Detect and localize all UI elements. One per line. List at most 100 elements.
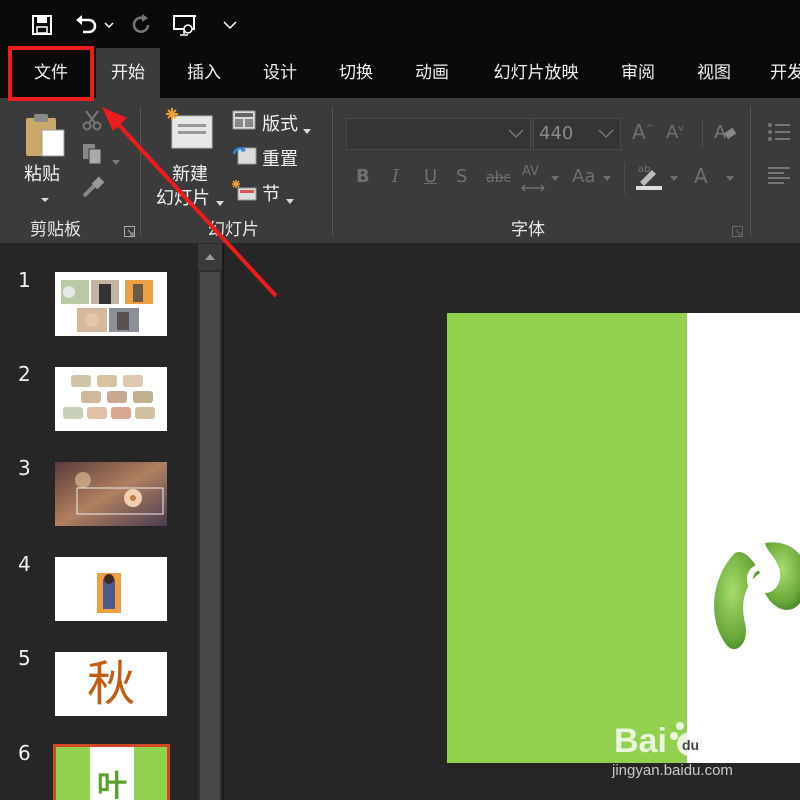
watermark: Bai du 经验 jingyan.baidu.com — [612, 712, 797, 792]
highlight-color-icon[interactable]: ab — [634, 160, 664, 196]
slide-thumbnail-3[interactable] — [55, 462, 167, 526]
cut-icon[interactable] — [80, 108, 104, 136]
font-size-value: 440 — [539, 123, 574, 144]
tab-design[interactable]: 设计 — [248, 48, 312, 98]
paste-label[interactable]: 粘贴 — [24, 160, 60, 186]
font-size-dropdown-icon[interactable] — [598, 129, 614, 139]
svg-text:A: A — [714, 122, 727, 143]
ribbon-separator — [140, 106, 141, 236]
copy-icon[interactable] — [80, 142, 106, 170]
underline-button[interactable]: U — [424, 166, 437, 187]
svg-text:经验: 经验 — [720, 726, 776, 759]
current-slide-canvas[interactable] — [447, 313, 800, 763]
new-slide-label-line1[interactable]: 新建 — [172, 160, 208, 186]
layout-label[interactable]: 版式 — [262, 110, 298, 136]
slide6-title: 叶 — [97, 769, 127, 800]
quick-access-toolbar — [0, 0, 800, 48]
change-case-button[interactable]: Aa — [572, 166, 595, 187]
customize-dropdown-icon[interactable] — [220, 10, 240, 40]
slide-green-panel — [447, 313, 687, 763]
slide-leaf-glyph — [714, 542, 800, 650]
ribbon-separator — [332, 106, 333, 236]
svg-text:du: du — [682, 737, 699, 753]
tab-developer[interactable]: 开发 — [758, 48, 800, 98]
slide-number: 1 — [18, 268, 31, 292]
paste-dropdown-icon[interactable] — [40, 188, 50, 207]
slide-number: 2 — [18, 362, 31, 386]
bold-button[interactable]: B — [356, 166, 370, 187]
character-spacing-button[interactable]: AV — [522, 164, 539, 179]
svg-text:ab: ab — [638, 164, 650, 175]
tab-animations[interactable]: 动画 — [400, 48, 464, 98]
format-painter-icon[interactable] — [80, 176, 106, 204]
font-size-combobox[interactable]: 440 — [533, 118, 621, 150]
ribbon-tabs: 文件 开始 插入 设计 切换 动画 幻灯片放映 审阅 视图 开发 — [0, 48, 800, 98]
slide-thumbnail-pane[interactable]: 1 2 3 4 5 秋 6 叶 — [0, 244, 198, 800]
baidu-jingyan-logo: Bai du 经验 — [614, 716, 776, 760]
svg-text:Bai: Bai — [614, 722, 667, 760]
slide-number: 4 — [18, 552, 31, 576]
character-spacing-icon — [521, 184, 545, 192]
clear-formatting-icon[interactable]: A — [712, 120, 738, 148]
clipboard-launcher-icon[interactable] — [124, 222, 135, 241]
new-slide-label-line2[interactable]: 幻灯片 — [156, 184, 210, 210]
strikethrough-button[interactable]: abc — [486, 170, 511, 186]
highlight-color-dropdown-icon[interactable] — [670, 176, 678, 181]
ribbon-home: 粘贴 剪贴板 新建 幻灯片 版式 重置 节 幻灯片 440 A^ Av A B … — [0, 98, 800, 244]
scroll-up-arrow-icon[interactable] — [198, 244, 222, 270]
tab-review[interactable]: 审阅 — [606, 48, 670, 98]
slide-thumbnail-6-selected[interactable]: 叶 — [53, 744, 170, 800]
tab-home[interactable]: 开始 — [96, 48, 160, 98]
section-icon[interactable] — [232, 178, 258, 206]
slide-number: 3 — [18, 456, 31, 480]
file-tab-highlight — [8, 46, 94, 101]
decrease-font-size-icon[interactable]: Av — [666, 122, 684, 143]
font-color-button[interactable]: A — [694, 164, 708, 188]
ribbon-separator — [624, 162, 625, 194]
reset-icon[interactable] — [232, 144, 258, 170]
tab-transitions[interactable]: 切换 — [324, 48, 388, 98]
slide5-title: 秋 — [86, 656, 135, 712]
ribbon-separator — [702, 120, 703, 148]
character-spacing-dropdown-icon[interactable] — [551, 176, 559, 181]
text-shadow-button[interactable]: S — [456, 166, 467, 187]
section-label[interactable]: 节 — [262, 180, 280, 206]
paste-icon[interactable] — [22, 112, 66, 158]
slide-thumbnail-2[interactable] — [55, 367, 167, 431]
slide-thumbnail-1[interactable] — [55, 272, 167, 336]
undo-icon[interactable] — [72, 10, 100, 40]
slide-number: 5 — [18, 646, 31, 670]
slide-number: 6 — [18, 741, 31, 765]
italic-button[interactable]: I — [392, 166, 399, 187]
layout-icon[interactable] — [232, 110, 256, 134]
copy-dropdown-icon[interactable] — [112, 150, 120, 169]
tab-slideshow[interactable]: 幻灯片放映 — [476, 48, 596, 98]
slide-thumbnail-4[interactable] — [55, 557, 167, 621]
undo-dropdown-icon[interactable] — [102, 10, 116, 40]
font-name-combobox[interactable] — [346, 118, 531, 150]
font-group-label: 字体 — [511, 220, 545, 240]
bullets-icon[interactable] — [766, 120, 792, 148]
clipboard-group-label: 剪贴板 — [30, 220, 81, 240]
align-left-icon[interactable] — [766, 164, 792, 192]
reset-label[interactable]: 重置 — [262, 145, 298, 171]
layout-dropdown-icon[interactable] — [303, 119, 311, 138]
save-icon[interactable] — [28, 10, 56, 40]
change-case-dropdown-icon[interactable] — [603, 176, 611, 181]
tab-insert[interactable]: 插入 — [172, 48, 236, 98]
new-slide-icon[interactable] — [166, 108, 216, 150]
redo-icon[interactable] — [128, 10, 156, 40]
slides-group-label: 幻灯片 — [208, 220, 259, 240]
tab-view[interactable]: 视图 — [682, 48, 746, 98]
thumbnail-scrollbar[interactable] — [198, 244, 222, 800]
slide-thumbnail-5[interactable]: 秋 — [55, 652, 167, 716]
increase-font-size-icon[interactable]: A^ — [632, 120, 654, 144]
new-slide-dropdown-icon[interactable] — [216, 191, 224, 210]
watermark-url: jingyan.baidu.com — [612, 762, 733, 779]
slideshow-from-start-icon[interactable] — [170, 10, 200, 40]
scrollbar-thumb[interactable] — [200, 272, 220, 800]
font-name-dropdown-icon[interactable] — [508, 129, 524, 139]
font-color-dropdown-icon[interactable] — [726, 176, 734, 181]
section-dropdown-icon[interactable] — [286, 189, 294, 208]
font-launcher-icon[interactable] — [732, 222, 743, 241]
